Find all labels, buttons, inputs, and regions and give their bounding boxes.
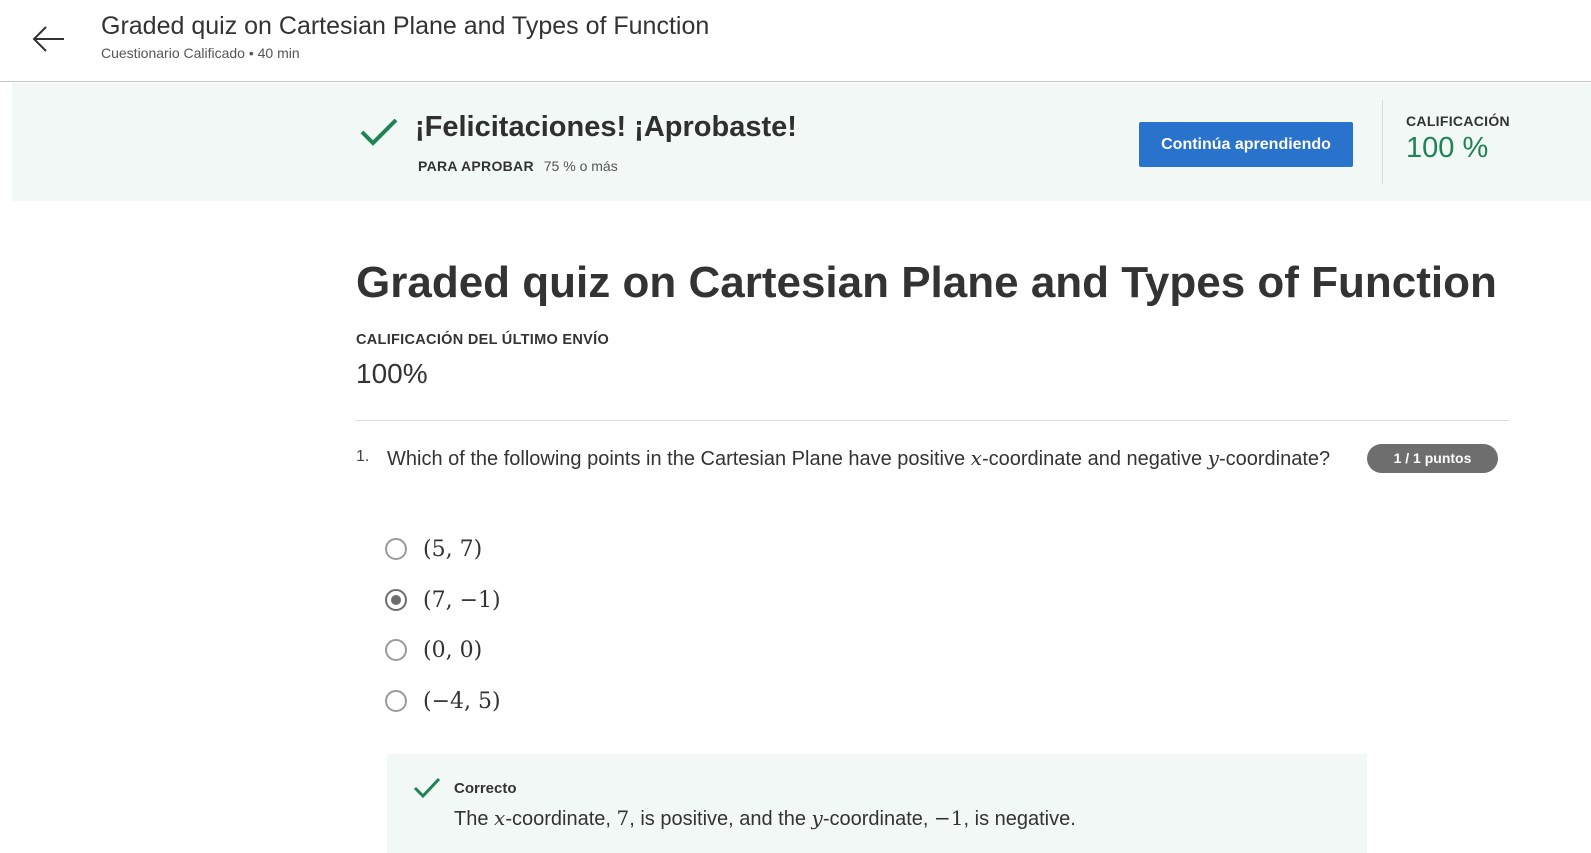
feedback-label: Correcto bbox=[454, 780, 517, 797]
check-icon bbox=[360, 117, 398, 147]
radio-button[interactable] bbox=[385, 690, 407, 712]
question-text-part: Which of the following points in the Car… bbox=[387, 448, 971, 470]
check-icon bbox=[413, 776, 441, 800]
top-header: Graded quiz on Cartesian Plane and Types… bbox=[0, 0, 1591, 82]
option-label: (0, 0) bbox=[423, 637, 483, 663]
math-var-x: x bbox=[970, 446, 982, 470]
radio-button[interactable] bbox=[385, 639, 407, 661]
feedback-text-part: , is positive, and the bbox=[629, 808, 812, 830]
feedback-text: The x-coordinate, 7, is positive, and th… bbox=[454, 806, 1076, 831]
last-submission-value: 100% bbox=[356, 358, 428, 389]
banner-divider bbox=[1382, 100, 1383, 184]
math-value: −1 bbox=[934, 806, 964, 830]
feedback-text-part: , is negative. bbox=[963, 808, 1076, 830]
question-text-part: -coordinate and negative bbox=[981, 448, 1208, 470]
question-text: Which of the following points in the Car… bbox=[387, 446, 1330, 471]
header-title: Graded quiz on Cartesian Plane and Types… bbox=[101, 12, 710, 40]
question-number: 1. bbox=[356, 448, 370, 465]
header-subtitle: Cuestionario Calificado • 40 min bbox=[101, 45, 300, 61]
option-label: (−4, 5) bbox=[423, 688, 501, 714]
feedback-text-part: -coordinate, bbox=[822, 808, 935, 830]
divider bbox=[356, 420, 1509, 421]
answer-option[interactable]: (7, −1) bbox=[385, 585, 501, 615]
feedback-text-part: -coordinate, bbox=[505, 808, 617, 830]
question-text-part: -coordinate? bbox=[1218, 448, 1331, 470]
answer-option[interactable]: (0, 0) bbox=[385, 635, 482, 665]
back-arrow-icon[interactable] bbox=[30, 20, 68, 58]
pass-banner: ¡Felicitaciones! ¡Aprobaste! PARA APROBA… bbox=[12, 83, 1591, 201]
math-var-y: y bbox=[1207, 446, 1219, 470]
continue-learning-button[interactable]: Continúa aprendiendo bbox=[1139, 122, 1353, 167]
answer-option[interactable]: (−4, 5) bbox=[385, 686, 501, 716]
math-value: 7 bbox=[616, 806, 630, 830]
pass-value: 75 % o más bbox=[543, 158, 618, 174]
page-title: Graded quiz on Cartesian Plane and Types… bbox=[356, 258, 1497, 307]
pass-label: PARA APROBAR bbox=[418, 158, 534, 174]
pass-requirement: PARA APROBAR 75 % o más bbox=[418, 158, 618, 174]
option-label: (5, 7) bbox=[423, 536, 483, 562]
math-var-x: x bbox=[494, 806, 506, 830]
feedback-text-part: The bbox=[454, 808, 495, 830]
radio-button-selected[interactable] bbox=[385, 589, 407, 611]
option-label: (7, −1) bbox=[423, 587, 501, 613]
feedback-box: Correcto The x-coordinate, 7, is positiv… bbox=[387, 754, 1367, 853]
radio-button[interactable] bbox=[385, 538, 407, 560]
grade-value: 100 % bbox=[1406, 132, 1489, 164]
banner-title: ¡Felicitaciones! ¡Aprobaste! bbox=[415, 111, 797, 143]
last-submission-label: CALIFICACIÓN DEL ÚLTIMO ENVÍO bbox=[356, 332, 610, 348]
answer-option[interactable]: (5, 7) bbox=[385, 534, 482, 564]
grade-label: CALIFICACIÓN bbox=[1406, 113, 1510, 129]
points-badge: 1 / 1 puntos bbox=[1367, 444, 1498, 473]
math-var-y: y bbox=[811, 806, 823, 830]
